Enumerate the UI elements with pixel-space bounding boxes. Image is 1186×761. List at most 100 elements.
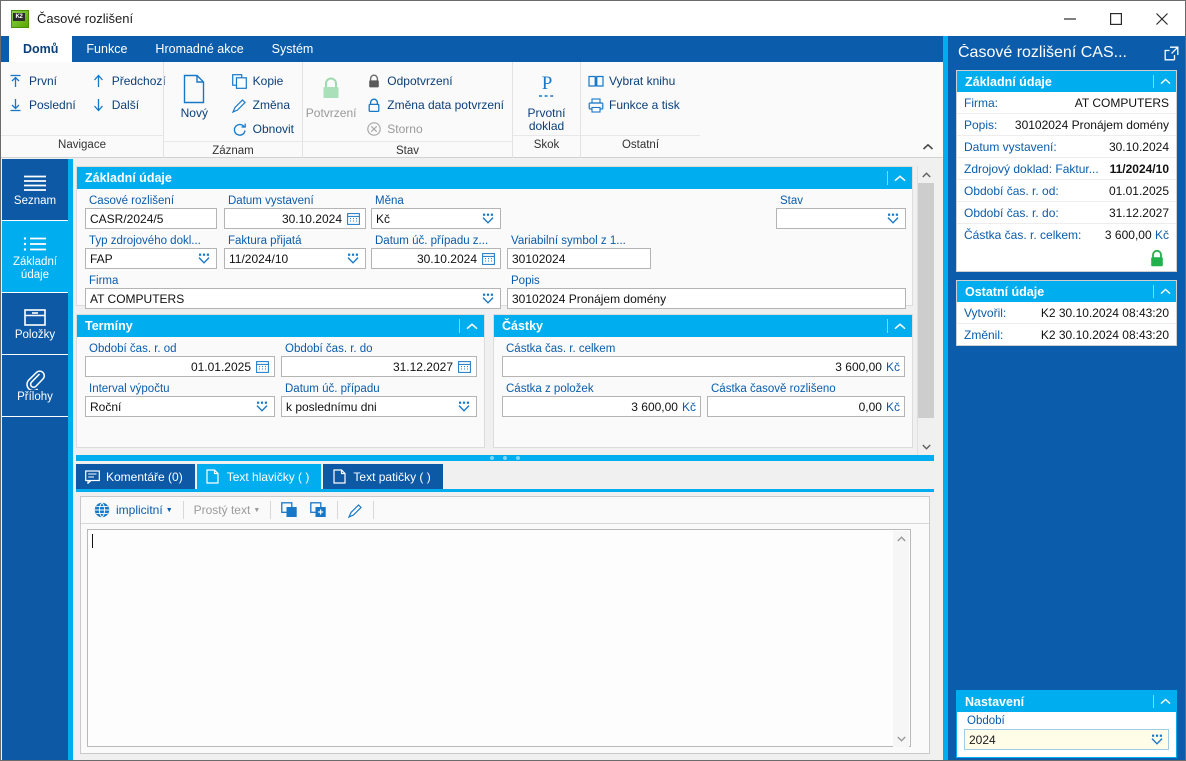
splitter-dot [503, 456, 507, 460]
firma-input[interactable]: AT COMPUTERS [85, 288, 501, 309]
k2-app-icon: K2 [11, 9, 29, 28]
external-link-icon[interactable] [1164, 46, 1179, 61]
sidebar-item-seznam[interactable]: Seznam [2, 159, 68, 221]
ribbon-button-potvrzeni[interactable]: Potvrzení [303, 69, 359, 120]
scroll-thumb[interactable] [918, 183, 934, 418]
ribbon-button-storno[interactable]: Storno [359, 117, 512, 141]
ribbon-button-label: Storno [387, 122, 423, 136]
stav-input[interactable] [776, 208, 906, 229]
chevron-up-icon[interactable] [1153, 695, 1176, 708]
lookup-chevron-down-icon[interactable] [254, 399, 270, 415]
castka-celkem-input[interactable]: 3 600,00 Kč [502, 356, 905, 377]
chevron-up-icon[interactable] [919, 139, 937, 155]
typ-zdrojoveho-dokladu-input[interactable]: FAP [85, 248, 217, 269]
obdobi-input[interactable]: 2024 [964, 729, 1169, 750]
ribbon-body: První Poslední Předchozí Další Navigace … [1, 62, 943, 158]
ribbon-tab-domu[interactable]: Domů [9, 36, 73, 62]
ribbon-button-obnovit[interactable]: Obnovit [225, 117, 302, 141]
datum-vystaveni-input[interactable]: 30.10.2024 [224, 208, 366, 229]
chevron-down-icon: ▼ [165, 506, 173, 514]
chevron-up-icon[interactable] [887, 171, 912, 185]
ribbon-button-prvni[interactable]: První [1, 69, 84, 93]
ribbon-button-odpotvrzeni[interactable]: Odpotvrzení [359, 69, 512, 93]
lookup-chevron-down-icon[interactable] [345, 251, 361, 267]
info-row: Období čas. r. od: 01.01.2025 [957, 180, 1176, 202]
datum-uc-pripadu-z-input[interactable]: 30.10.2024 [371, 248, 501, 269]
calendar-icon[interactable] [480, 251, 496, 267]
ribbon-tab-system[interactable]: Systém [258, 36, 328, 62]
scroll-up-arrow[interactable] [893, 531, 909, 547]
obdobi-od-input[interactable]: 01.01.2025 [85, 356, 275, 377]
minimize-icon[interactable] [1047, 1, 1093, 36]
faktura-prijata-input[interactable]: 11/2024/10 [224, 248, 366, 269]
datum-uc-pripadu-input[interactable]: k poslednímu dni [281, 396, 477, 417]
info-row[interactable]: Zdrojový doklad: Faktur... 11/2024/10 [957, 158, 1176, 180]
sidebar-item-prilohy[interactable]: Přílohy [2, 355, 68, 417]
casove-rozliseni-input[interactable]: CASR/2024/5 [85, 208, 217, 229]
right-card-title: Nastavení [965, 694, 1025, 709]
chevron-up-icon[interactable] [887, 319, 912, 333]
maximize-icon[interactable] [1093, 1, 1139, 36]
chevron-up-icon[interactable] [459, 319, 484, 333]
field-castka-cas-r-celkem: Částka čas. r. celkem 3 600,00 Kč [502, 343, 905, 377]
popis-input[interactable]: 30102024 Pronájem domény [507, 288, 906, 309]
calendar-icon[interactable] [254, 359, 270, 375]
lookup-chevron-down-icon[interactable] [456, 399, 472, 415]
tab-text-hlavicky[interactable]: Text hlavičky ( ) [196, 464, 322, 489]
currency-label: Kč [1154, 227, 1169, 242]
sidebar-item-polozky[interactable]: Položky [2, 293, 68, 355]
mena-input[interactable]: Kč [371, 208, 501, 229]
variabilni-symbol-input[interactable]: 30102024 [507, 248, 651, 269]
chevron-up-icon[interactable] [1153, 75, 1176, 88]
editor-text-area[interactable] [87, 529, 911, 747]
field-faktura-prijata: Faktura přijatá 11/2024/10 [224, 235, 366, 269]
tab-komentare[interactable]: Komentáře (0) [76, 464, 195, 489]
editor-edit-button[interactable] [342, 499, 369, 521]
lookup-chevron-down-icon[interactable] [1150, 734, 1164, 746]
lookup-chevron-down-icon[interactable] [480, 291, 496, 307]
close-icon[interactable] [1139, 1, 1185, 36]
horizontal-splitter[interactable] [76, 455, 934, 461]
tab-text-paticky[interactable]: Text patičky ( ) [323, 464, 443, 489]
ribbon-button-vybrat-knihu[interactable]: Vybrat knihu [581, 69, 688, 93]
field-value: CASR/2024/5 [90, 211, 164, 226]
lookup-chevron-down-icon[interactable] [480, 211, 496, 227]
calendar-icon[interactable] [456, 359, 472, 375]
castka-z-polozek-input[interactable]: 3 600,00 Kč [502, 396, 701, 417]
field-obdobi-cas-r-do: Období čas. r. do 31.12.2027 [281, 343, 477, 377]
ribbon-button-dalsi[interactable]: Další [84, 93, 174, 117]
castka-rozliseno-input[interactable]: 0,00 Kč [707, 396, 905, 417]
ribbon-button-novy[interactable]: Nový [164, 69, 225, 120]
lock-gray-icon [365, 73, 382, 89]
scroll-down-arrow[interactable] [893, 731, 909, 747]
form-scrollbar[interactable] [917, 166, 934, 455]
editor-paste-block-button[interactable] [304, 499, 333, 521]
interval-vypoctu-input[interactable]: Roční [85, 396, 275, 417]
ribbon-button-funkce-a-tisk[interactable]: Funkce a tisk [581, 93, 688, 117]
lock-green-icon [319, 71, 343, 107]
editor-scrollbar[interactable] [893, 531, 909, 747]
info-key: Období čas. r. od: [964, 183, 1059, 198]
chevron-up-icon[interactable] [1153, 285, 1176, 298]
editor-language-button[interactable]: implicitní ▼ [87, 499, 179, 521]
ribbon-button-zmena[interactable]: Změna [225, 93, 302, 117]
editor-copy-block-button[interactable] [275, 499, 304, 521]
info-key: Datum vystavení: [964, 139, 1057, 154]
lookup-chevron-down-icon[interactable] [885, 211, 901, 227]
ribbon-button-prvotni-doklad[interactable]: P Prvotní doklad [514, 69, 580, 133]
ribbon-button-posledni[interactable]: Poslední [1, 93, 84, 117]
scroll-down-arrow[interactable] [918, 438, 934, 455]
editor-format-button[interactable]: Prostý text ▼ [188, 499, 267, 521]
ribbon-button-zmena-data-potvrzeni[interactable]: Změna data potvrzení [359, 93, 512, 117]
sidebar-item-zakladni-udaje[interactable]: Základní údaje [2, 221, 68, 293]
obdobi-do-input[interactable]: 31.12.2027 [281, 356, 477, 377]
scroll-up-arrow[interactable] [918, 166, 934, 183]
field-obdobi-cas-r-od: Období čas. r. od 01.01.2025 [85, 343, 275, 377]
ribbon-tab-funkce[interactable]: Funkce [72, 36, 141, 62]
ribbon-tab-hromadne-akce[interactable]: Hromadné akce [141, 36, 257, 62]
calendar-icon[interactable] [345, 211, 361, 227]
lookup-chevron-down-icon[interactable] [196, 251, 212, 267]
new-document-icon [181, 71, 207, 107]
ribbon-button-predchozi[interactable]: Předchozí [84, 69, 174, 93]
ribbon-button-kopie[interactable]: Kopie [225, 69, 302, 93]
